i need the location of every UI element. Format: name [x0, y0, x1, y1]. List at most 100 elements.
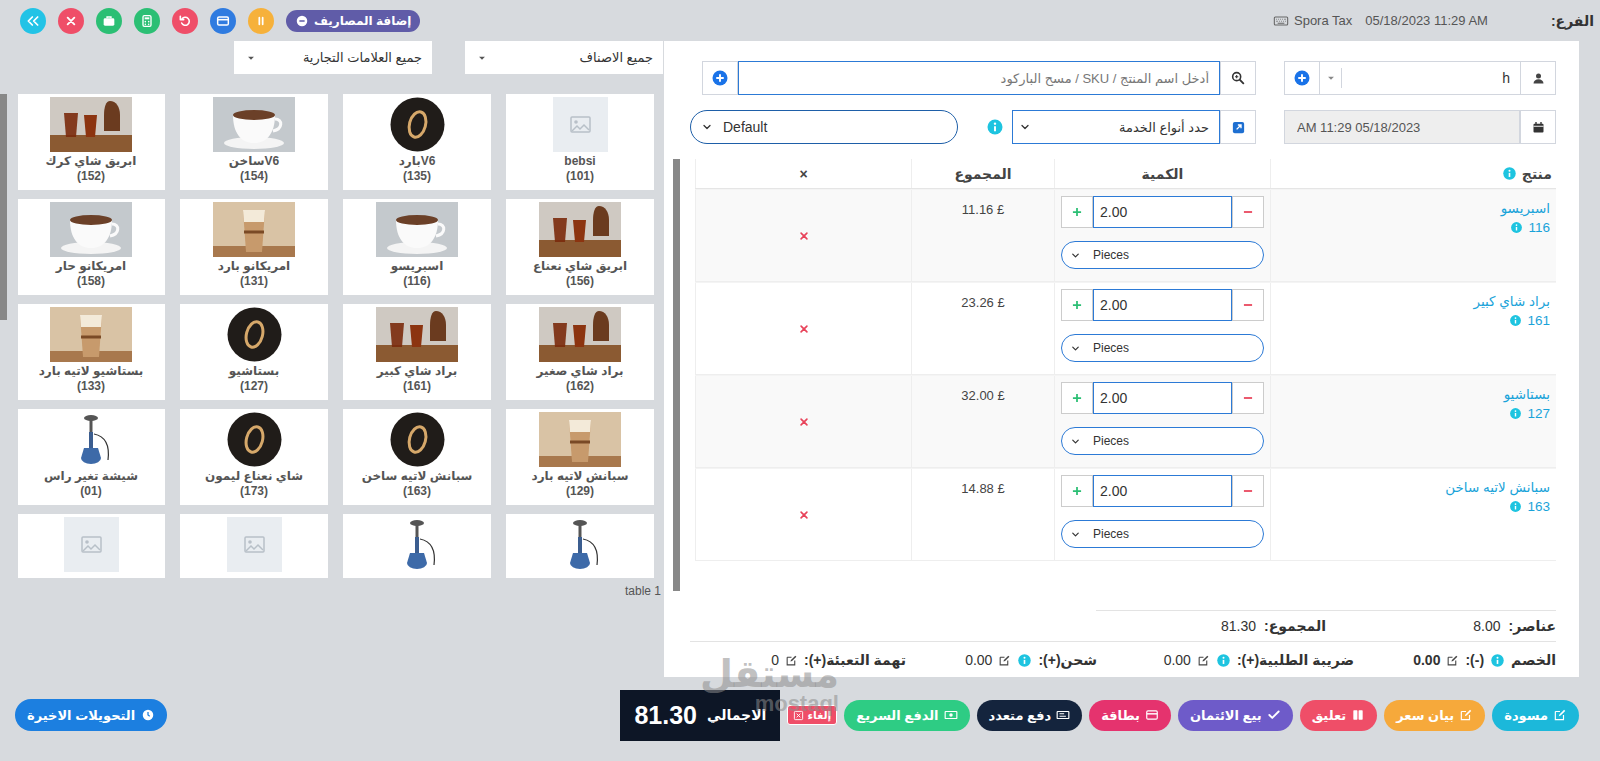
edit-icon[interactable] — [1197, 654, 1210, 667]
info-icon[interactable] — [1509, 407, 1522, 420]
price-group-value: Default — [723, 119, 767, 135]
tool-button[interactable] — [210, 8, 236, 34]
customer-caret[interactable] — [1320, 68, 1342, 88]
decrease-button[interactable] — [1232, 289, 1264, 321]
product-card[interactable] — [18, 514, 165, 578]
tool-button[interactable] — [172, 8, 198, 34]
action-button[interactable]: بيع الائتمان — [1178, 700, 1293, 731]
product-card[interactable]: شيشة تغير راس(01) — [18, 409, 165, 505]
product-image — [390, 98, 444, 152]
remove-x-icon[interactable] — [797, 229, 811, 243]
decrease-button[interactable] — [1232, 475, 1264, 507]
tool-button[interactable] — [20, 8, 46, 34]
product-image — [50, 202, 132, 257]
product-card[interactable]: سبانش لاتيه ساخن(163) — [343, 409, 491, 505]
product-card[interactable]: بستاشيو(127) — [180, 304, 328, 400]
expenses-button[interactable]: إضافة المصاريف — [286, 10, 420, 32]
product-card[interactable]: ابريق شاي نعناع(156) — [506, 199, 654, 295]
product-card[interactable]: براد شاي كبير(161) — [343, 304, 491, 400]
product-card[interactable] — [180, 514, 328, 578]
product-card[interactable]: V6بارد(135) — [343, 94, 491, 190]
info-icon[interactable] — [1510, 221, 1523, 234]
action-button[interactable]: بيان سعر — [1384, 700, 1485, 731]
product-name-link[interactable]: بستاشيو — [1277, 386, 1550, 402]
product-card[interactable]: براد شاي صغير(162) — [506, 304, 654, 400]
service-link-box[interactable] — [1220, 110, 1256, 144]
product-card[interactable]: بستاشيو لاتيه بارد(133) — [18, 304, 165, 400]
grid-scroll-thumb[interactable] — [0, 94, 7, 320]
customer-select[interactable]: h — [1320, 61, 1520, 95]
tool-button[interactable] — [134, 8, 160, 34]
decrease-button[interactable] — [1232, 196, 1264, 228]
quantity-input[interactable] — [1093, 196, 1232, 228]
product-card[interactable]: سبانش لاتيه بارد(129) — [506, 409, 654, 505]
increase-button[interactable] — [1061, 289, 1093, 321]
product-card[interactable]: امريكانو حار(158) — [18, 199, 165, 295]
product-name-link[interactable]: اسبريسو — [1277, 200, 1550, 216]
charge-item: شحن(+):0.00 — [906, 652, 1097, 668]
edit-icon[interactable] — [998, 654, 1011, 667]
add-customer-button[interactable] — [1284, 61, 1320, 95]
add-product-button[interactable] — [702, 61, 738, 95]
product-code-line: 127 — [1277, 406, 1550, 421]
remove-x-icon[interactable] — [797, 322, 811, 336]
filter-select[interactable]: جميع العلامات التجارية — [234, 41, 432, 74]
date-input[interactable] — [1284, 110, 1520, 144]
tool-button[interactable] — [58, 8, 84, 34]
price-group-select[interactable]: Default — [690, 110, 958, 144]
product-card[interactable] — [343, 514, 491, 578]
info-icon[interactable] — [1490, 653, 1505, 668]
cart-scrollbar[interactable] — [673, 159, 680, 591]
cancel-button[interactable]: إلغاء — [787, 705, 837, 725]
product-search-input[interactable] — [738, 61, 1220, 95]
product-card[interactable]: اسبريسو(116) — [343, 199, 491, 295]
info-icon[interactable] — [1216, 653, 1231, 668]
unit-select[interactable]: Pieces — [1061, 334, 1264, 362]
action-button[interactable]: بطاقة — [1089, 700, 1171, 731]
unit-select[interactable]: Pieces — [1061, 427, 1264, 455]
filter-select[interactable]: جميع الاصناف — [465, 41, 663, 74]
product-image — [539, 307, 621, 362]
charge-item: تهمة التعبئة(+):0 — [771, 652, 906, 668]
service-select[interactable]: حدد أنواع الخدمة — [1012, 110, 1220, 144]
grid-scrollbar[interactable] — [0, 94, 7, 578]
info-icon — [1491, 654, 1504, 667]
quantity-input[interactable] — [1093, 475, 1232, 507]
info-icon[interactable] — [1017, 653, 1032, 668]
action-button[interactable]: تعليق — [1300, 700, 1378, 731]
product-card[interactable]: ابريق شاي كرك(152) — [18, 94, 165, 190]
quantity-input[interactable] — [1093, 289, 1232, 321]
product-card[interactable]: امريكانو بارد(131) — [180, 199, 328, 295]
unit-select[interactable]: Pieces — [1061, 241, 1264, 269]
product-card[interactable]: V6ساخن(154) — [180, 94, 328, 190]
product-name-link[interactable]: سبانش لاتيه ساخن — [1277, 479, 1550, 495]
action-button[interactable]: الدفع السريع — [844, 700, 969, 731]
info-icon[interactable] — [1509, 500, 1522, 513]
action-button[interactable]: مسودة — [1492, 700, 1579, 731]
product-card[interactable]: bebsi(101) — [506, 94, 654, 190]
product-name-link[interactable]: براد شاي كبير — [1277, 293, 1550, 309]
edit-icon[interactable] — [1446, 654, 1459, 667]
external-link-icon — [1231, 120, 1246, 135]
quantity-input[interactable] — [1093, 382, 1232, 414]
tool-button[interactable] — [96, 8, 122, 34]
product-card[interactable]: شاي نعناع ليمون(173) — [180, 409, 328, 505]
product-card[interactable] — [506, 514, 654, 578]
remove-x-icon[interactable] — [797, 508, 811, 522]
increase-button[interactable] — [1061, 475, 1093, 507]
recent-transactions-button[interactable]: التحويلات الاخيرة — [15, 699, 167, 731]
tool-button[interactable] — [248, 8, 274, 34]
decrease-button[interactable] — [1232, 382, 1264, 414]
action-button[interactable]: دفع متعدد — [977, 700, 1083, 731]
unit-select[interactable]: Pieces — [1061, 520, 1264, 548]
info-icon[interactable] — [1509, 314, 1522, 327]
product-code: (162) — [566, 379, 594, 394]
money-icon — [1056, 708, 1070, 722]
remove-x-icon[interactable] — [797, 415, 811, 429]
search-button[interactable] — [1220, 61, 1256, 95]
edit-icon[interactable] — [785, 654, 798, 667]
increase-button[interactable] — [1061, 382, 1093, 414]
increase-button[interactable] — [1061, 196, 1093, 228]
undo-icon — [180, 16, 183, 19]
calendar-box[interactable] — [1520, 110, 1556, 144]
